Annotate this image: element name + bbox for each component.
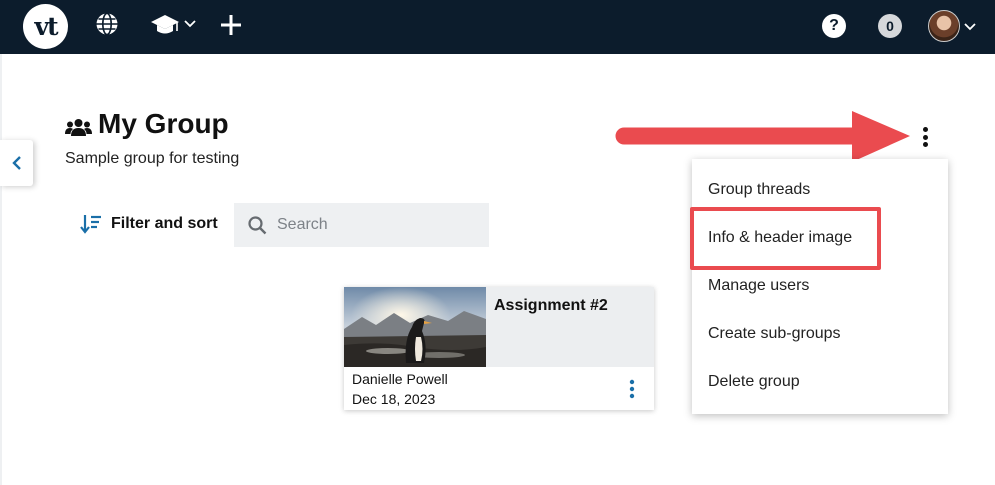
page-subtitle: Sample group for testing <box>65 150 240 167</box>
graduation-cap-icon[interactable] <box>150 12 180 38</box>
avatar[interactable] <box>928 10 960 42</box>
chevron-down-icon[interactable] <box>964 18 976 36</box>
chevron-left-icon <box>11 156 21 170</box>
menu-item-manage-users[interactable]: Manage users <box>708 277 809 295</box>
page-title: My Group <box>98 108 229 139</box>
group-options-menu: Group threads Info & header image Manage… <box>692 159 948 414</box>
card-date: Dec 18, 2023 <box>352 391 436 407</box>
card-author: Danielle Powell <box>352 371 448 387</box>
menu-item-group-threads[interactable]: Group threads <box>708 181 810 199</box>
penguin-thumbnail[interactable] <box>344 287 486 367</box>
top-nav-bar: vt ? 0 <box>0 0 995 54</box>
chevron-down-icon[interactable] <box>184 20 196 28</box>
globe-icon[interactable] <box>95 12 119 36</box>
sort-icon <box>80 215 101 234</box>
annotation-arrow <box>615 111 910 162</box>
sidebar-toggle-button[interactable] <box>0 140 33 186</box>
search-icon <box>248 216 267 235</box>
search-input[interactable] <box>277 203 482 247</box>
card-title[interactable]: Assignment #2 <box>494 297 608 315</box>
notification-count-badge[interactable]: 0 <box>878 14 902 38</box>
card-header: Assignment #2 <box>486 287 654 367</box>
help-button[interactable]: ? <box>822 14 846 38</box>
plus-icon[interactable] <box>220 14 242 36</box>
left-edge-divider <box>0 54 2 485</box>
kebab-dot <box>922 134 928 140</box>
search-box[interactable] <box>234 203 489 247</box>
users-icon <box>65 117 92 142</box>
menu-item-delete-group[interactable]: Delete group <box>708 373 800 391</box>
filter-and-sort-button[interactable]: Filter and sort <box>80 214 218 234</box>
kebab-dot <box>922 127 928 132</box>
menu-item-create-sub-groups[interactable]: Create sub-groups <box>708 325 841 343</box>
kebab-dot <box>922 142 928 147</box>
assignment-card[interactable]: Assignment #2 Danielle Powell Dec 18, 20… <box>344 287 654 410</box>
group-options-button[interactable] <box>918 126 932 148</box>
vt-logo[interactable]: vt <box>23 4 68 49</box>
annotation-highlight-box <box>690 207 881 270</box>
filter-and-sort-label: Filter and sort <box>111 215 218 232</box>
card-more-options-icon[interactable] <box>627 379 637 399</box>
